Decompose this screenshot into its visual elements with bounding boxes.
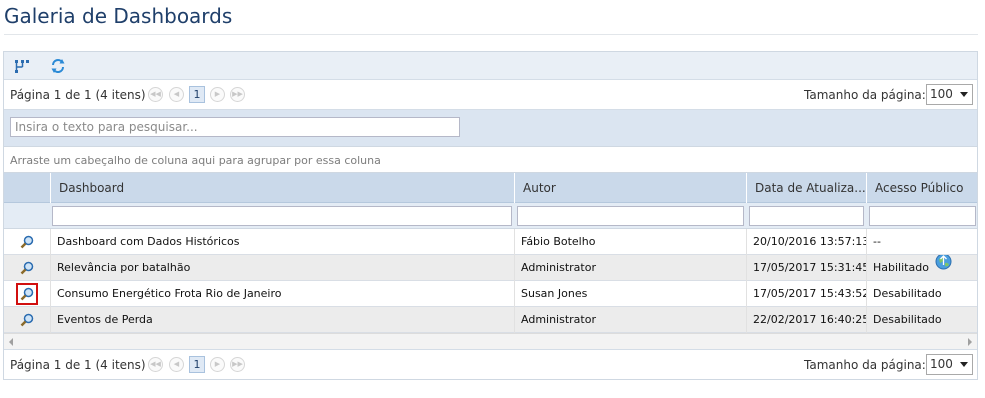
cell-dashboard: Eventos de Perda — [50, 307, 514, 333]
refresh-icon[interactable] — [49, 57, 67, 75]
next-page-icon[interactable]: ▶ — [210, 357, 225, 372]
filter-data-input[interactable] — [749, 206, 864, 226]
pager-summary: Página 1 de 1 (4 itens) — [10, 88, 146, 102]
cell-acesso: -- — [866, 229, 979, 255]
grid-toolbar — [4, 52, 977, 80]
search-panel — [4, 110, 977, 147]
cell-dashboard: Dashboard com Dados Históricos — [50, 229, 514, 255]
table-row: Eventos de Perda Administrator 22/02/201… — [4, 307, 977, 333]
header-autor[interactable]: Autor — [514, 173, 746, 203]
view-dashboard-icon[interactable] — [18, 259, 36, 277]
view-dashboard-icon[interactable] — [16, 283, 38, 305]
cell-autor: Fábio Botelho — [514, 229, 746, 255]
scroll-left-icon[interactable] — [9, 338, 13, 346]
filter-dashboard-input[interactable] — [52, 206, 512, 226]
page-size-value: 100 — [930, 87, 953, 101]
search-input[interactable] — [10, 117, 460, 137]
title-divider — [4, 34, 978, 35]
globe-icon — [935, 255, 952, 280]
group-panel-hint: Arraste um cabeçalho de coluna aqui para… — [10, 154, 381, 167]
page-size-value: 100 — [930, 357, 953, 371]
table-row: Dashboard com Dados Históricos Fábio Bot… — [4, 229, 977, 255]
next-page-icon[interactable]: ▶ — [210, 87, 225, 102]
filter-acesso-input[interactable] — [869, 206, 976, 226]
cell-data: 22/02/2017 16:40:25 — [746, 307, 866, 333]
cell-autor: Administrator — [514, 307, 746, 333]
pager-summary: Página 1 de 1 (4 itens) — [10, 358, 146, 372]
page-size-label: Tamanho da página: — [804, 88, 926, 102]
page-number-button[interactable]: 1 — [189, 356, 205, 373]
cell-acesso: Desabilitado — [866, 281, 979, 307]
pager-bottom: Página 1 de 1 (4 itens) ◀◀ ◀ 1 ▶ ▶▶ Tama… — [4, 349, 977, 379]
cell-data: 17/05/2017 15:43:52 — [746, 281, 866, 307]
header-dashboard[interactable]: Dashboard — [50, 173, 514, 203]
cell-autor: Administrator — [514, 255, 746, 281]
header-acesso-publico[interactable]: Acesso Público — [866, 173, 979, 203]
group-panel[interactable]: Arraste um cabeçalho de coluna aqui para… — [4, 147, 977, 173]
page-number-button[interactable]: 1 — [189, 86, 205, 103]
view-dashboard-icon[interactable] — [18, 311, 36, 329]
cell-acesso: Desabilitado — [866, 307, 979, 333]
cell-dashboard: Consumo Energético Frota Rio de Janeiro — [50, 281, 514, 307]
pager-top: Página 1 de 1 (4 itens) ◀◀ ◀ 1 ▶ ▶▶ Tama… — [4, 80, 977, 110]
chevron-down-icon — [960, 92, 968, 97]
page-size-select[interactable]: 100 — [926, 84, 973, 105]
last-page-icon[interactable]: ▶▶ — [230, 87, 245, 102]
dashboard-grid: Página 1 de 1 (4 itens) ◀◀ ◀ 1 ▶ ▶▶ Tama… — [3, 51, 978, 380]
last-page-icon[interactable]: ▶▶ — [230, 357, 245, 372]
cell-data: 17/05/2017 15:31:45 — [746, 255, 866, 281]
page-title: Galeria de Dashboards — [4, 4, 233, 28]
header-command-column — [4, 173, 50, 203]
cell-dashboard: Relevância por batalhão — [50, 255, 514, 281]
header-data-atualizacao[interactable]: Data de Atualiza... — [746, 173, 866, 203]
chevron-down-icon — [960, 362, 968, 367]
cell-autor: Susan Jones — [514, 281, 746, 307]
page-size-select[interactable]: 100 — [926, 354, 973, 375]
first-page-icon[interactable]: ◀◀ — [148, 357, 163, 372]
filter-autor-input[interactable] — [517, 206, 744, 226]
page-size-label: Tamanho da página: — [804, 358, 926, 372]
grid-header-row: Dashboard Autor Data de Atualiza... Aces… — [4, 173, 977, 203]
cell-data: 20/10/2016 13:57:13 — [746, 229, 866, 255]
cell-acesso: Habilitado — [866, 255, 979, 281]
grid-filter-row — [4, 203, 977, 229]
cell-acesso-text: Habilitado — [873, 261, 929, 274]
column-chooser-icon[interactable] — [13, 57, 31, 75]
table-row: Relevância por batalhão Administrator 17… — [4, 255, 977, 281]
table-row: Consumo Energético Frota Rio de Janeiro … — [4, 281, 977, 307]
previous-page-icon[interactable]: ◀ — [169, 357, 184, 372]
view-dashboard-icon[interactable] — [18, 233, 36, 251]
horizontal-scrollbar[interactable] — [4, 333, 977, 349]
first-page-icon[interactable]: ◀◀ — [148, 87, 163, 102]
previous-page-icon[interactable]: ◀ — [169, 87, 184, 102]
scroll-right-icon[interactable] — [968, 338, 972, 346]
